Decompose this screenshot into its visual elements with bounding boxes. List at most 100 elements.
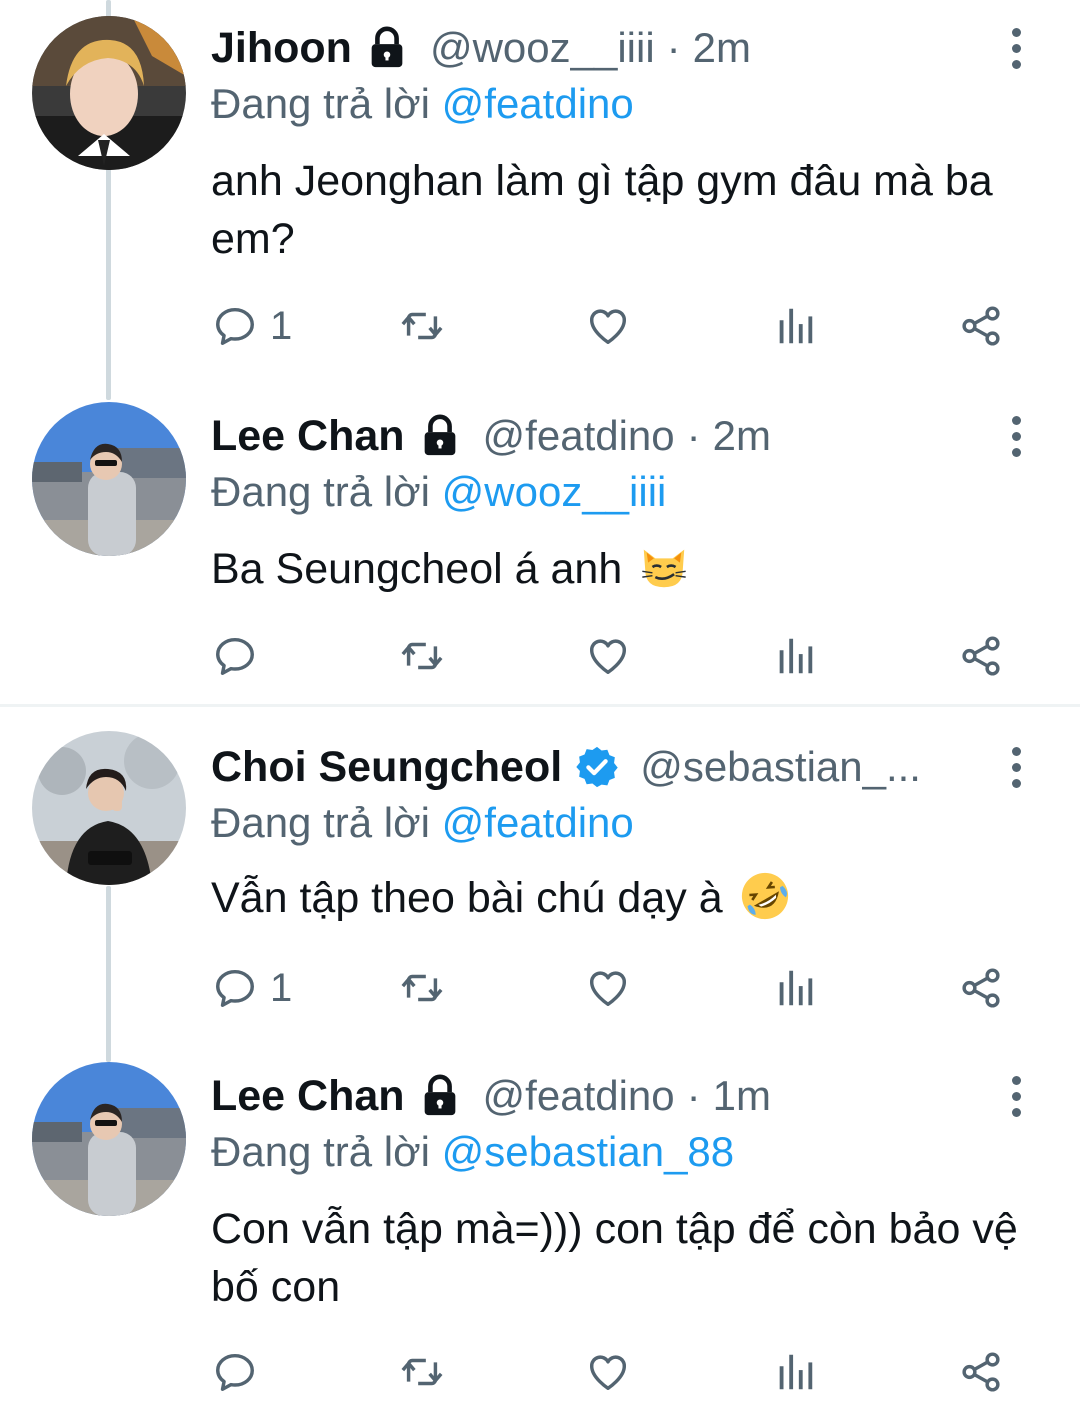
- tweet-text-content: Vẫn tập theo bài chú dạy à: [211, 874, 723, 922]
- rolling-on-floor-laughing-emoji: [741, 872, 788, 920]
- tweet-text: Con vẫn tập mà=))) con tập để còn bảo vệ…: [211, 1205, 1018, 1311]
- retweet-icon: [401, 312, 443, 340]
- reply-bubble-icon: [216, 307, 254, 345]
- retweet-button[interactable]: [399, 1342, 445, 1402]
- tweet-lee-chan-2[interactable]: Lee Chan @featdino · 1m Đang trả lời @se…: [0, 1052, 1080, 1414]
- tweet-text: anh Jeonghan làm gì tập gym đâu mà ba em…: [211, 157, 993, 263]
- replying-to: Đang trả lời @featdino: [211, 799, 634, 847]
- share-button[interactable]: [958, 296, 1004, 356]
- replying-to: Đang trả lời @featdino: [211, 80, 634, 128]
- tweet-header: Jihoon @wooz__iiii · 2m: [211, 18, 751, 78]
- reply-prefix: Đang trả lời: [211, 468, 430, 515]
- share-icon: [962, 1352, 1000, 1392]
- retweet-button[interactable]: [399, 626, 445, 686]
- more-vertical-icon[interactable]: [1000, 406, 1032, 466]
- reply-mention-link[interactable]: @wooz__iiii: [442, 468, 667, 515]
- avatar[interactable]: [32, 16, 186, 170]
- analytics-icon: [779, 308, 813, 344]
- reply-prefix: Đang trả lời: [211, 799, 430, 846]
- reply-mention-link[interactable]: @sebastian_88: [442, 1128, 735, 1175]
- retweet-icon: [401, 1358, 443, 1386]
- more-vertical-icon[interactable]: [1000, 737, 1032, 797]
- analytics-icon: [779, 970, 813, 1006]
- reply-bubble-icon: [216, 969, 254, 1007]
- smirking-cat-emoji: [642, 549, 686, 588]
- share-icon: [962, 306, 1000, 346]
- lock-icon: [371, 26, 403, 68]
- heart-icon: [589, 639, 627, 675]
- tweet-text: Ba Seungcheol á anh: [211, 540, 1041, 598]
- lock-icon: [424, 414, 455, 456]
- views-button[interactable]: [772, 958, 818, 1018]
- more-vertical-icon[interactable]: [1000, 1066, 1032, 1126]
- replying-to: Đang trả lời @wooz__iiii: [211, 468, 666, 516]
- handle[interactable]: @featdino: [483, 1072, 675, 1120]
- share-button[interactable]: [958, 958, 1004, 1018]
- heart-icon: [589, 1355, 627, 1391]
- separator-dot: ·: [686, 412, 701, 459]
- tweet-header: Lee Chan @featdino · 1m: [211, 1066, 771, 1126]
- reply-prefix: Đang trả lời: [211, 1128, 430, 1175]
- tweet-text: Vẫn tập theo bài chú dạy à: [211, 869, 1041, 927]
- tweet-jihoon[interactable]: Jihoon @wooz__iiii · 2m Đang trả lời @fe…: [0, 0, 1080, 390]
- reply-bubble-icon: [216, 1353, 254, 1391]
- heart-icon: [589, 309, 627, 345]
- retweet-icon: [401, 642, 443, 670]
- reply-button[interactable]: [212, 1342, 270, 1402]
- views-button[interactable]: [772, 626, 818, 686]
- reply-count: 1: [270, 965, 293, 1010]
- handle[interactable]: @featdino: [483, 412, 675, 460]
- avatar[interactable]: [32, 1062, 186, 1216]
- tweet-text-content: Ba Seungcheol á anh: [211, 545, 623, 593]
- timestamp[interactable]: 2m: [713, 412, 771, 460]
- more-vertical-icon[interactable]: [1000, 18, 1032, 78]
- replying-to: Đang trả lời @sebastian_88: [211, 1128, 734, 1176]
- action-bar: [0, 626, 1080, 686]
- analytics-icon: [779, 638, 813, 674]
- separator-dot: ·: [686, 1072, 701, 1119]
- separator-dot: ·: [666, 24, 681, 71]
- reply-button[interactable]: 1: [212, 958, 292, 1018]
- reply-mention-link[interactable]: @featdino: [442, 80, 634, 127]
- action-bar: 1: [0, 296, 1080, 356]
- reply-button[interactable]: 1: [212, 296, 292, 356]
- display-name[interactable]: Lee Chan: [211, 412, 405, 461]
- tweet-header: Lee Chan @featdino · 2m: [211, 406, 771, 466]
- views-button[interactable]: [772, 296, 818, 356]
- verified-badge-icon: [576, 746, 618, 788]
- tweet-choi-seungcheol[interactable]: Choi Seungcheol @sebastian_... Đang trả …: [0, 707, 1080, 1052]
- timestamp[interactable]: 2m: [693, 24, 751, 72]
- reply-mention-link[interactable]: @featdino: [442, 799, 634, 846]
- share-button[interactable]: [958, 1342, 1004, 1402]
- avatar[interactable]: [32, 731, 186, 885]
- like-button[interactable]: [585, 296, 631, 356]
- share-icon: [962, 636, 1000, 676]
- reply-bubble-icon: [216, 637, 254, 675]
- display-name[interactable]: Choi Seungcheol: [211, 743, 562, 792]
- display-name[interactable]: Lee Chan: [211, 1072, 405, 1121]
- tweet-header: Choi Seungcheol @sebastian_...: [211, 737, 921, 797]
- lock-icon: [424, 1074, 455, 1116]
- share-icon: [962, 968, 1000, 1008]
- handle[interactable]: @sebastian_...: [640, 743, 921, 791]
- views-button[interactable]: [772, 1342, 818, 1402]
- retweet-button[interactable]: [399, 296, 445, 356]
- share-button[interactable]: [958, 626, 1004, 686]
- analytics-icon: [779, 1354, 813, 1390]
- reply-button[interactable]: [212, 626, 270, 686]
- like-button[interactable]: [585, 1342, 631, 1402]
- display-name[interactable]: Jihoon: [211, 24, 352, 73]
- reply-prefix: Đang trả lời: [211, 80, 430, 127]
- reply-count: 1: [270, 303, 293, 348]
- avatar[interactable]: [32, 402, 186, 556]
- action-bar: 1: [0, 958, 1080, 1018]
- retweet-icon: [401, 974, 443, 1002]
- timestamp[interactable]: 1m: [713, 1072, 771, 1120]
- like-button[interactable]: [585, 958, 631, 1018]
- action-bar: [0, 1342, 1080, 1402]
- handle[interactable]: @wooz__iiii: [430, 24, 655, 72]
- heart-icon: [589, 971, 627, 1007]
- tweet-lee-chan-1[interactable]: Lee Chan @featdino · 2m Đang trả lời @wo…: [0, 390, 1080, 704]
- retweet-button[interactable]: [399, 958, 445, 1018]
- like-button[interactable]: [585, 626, 631, 686]
